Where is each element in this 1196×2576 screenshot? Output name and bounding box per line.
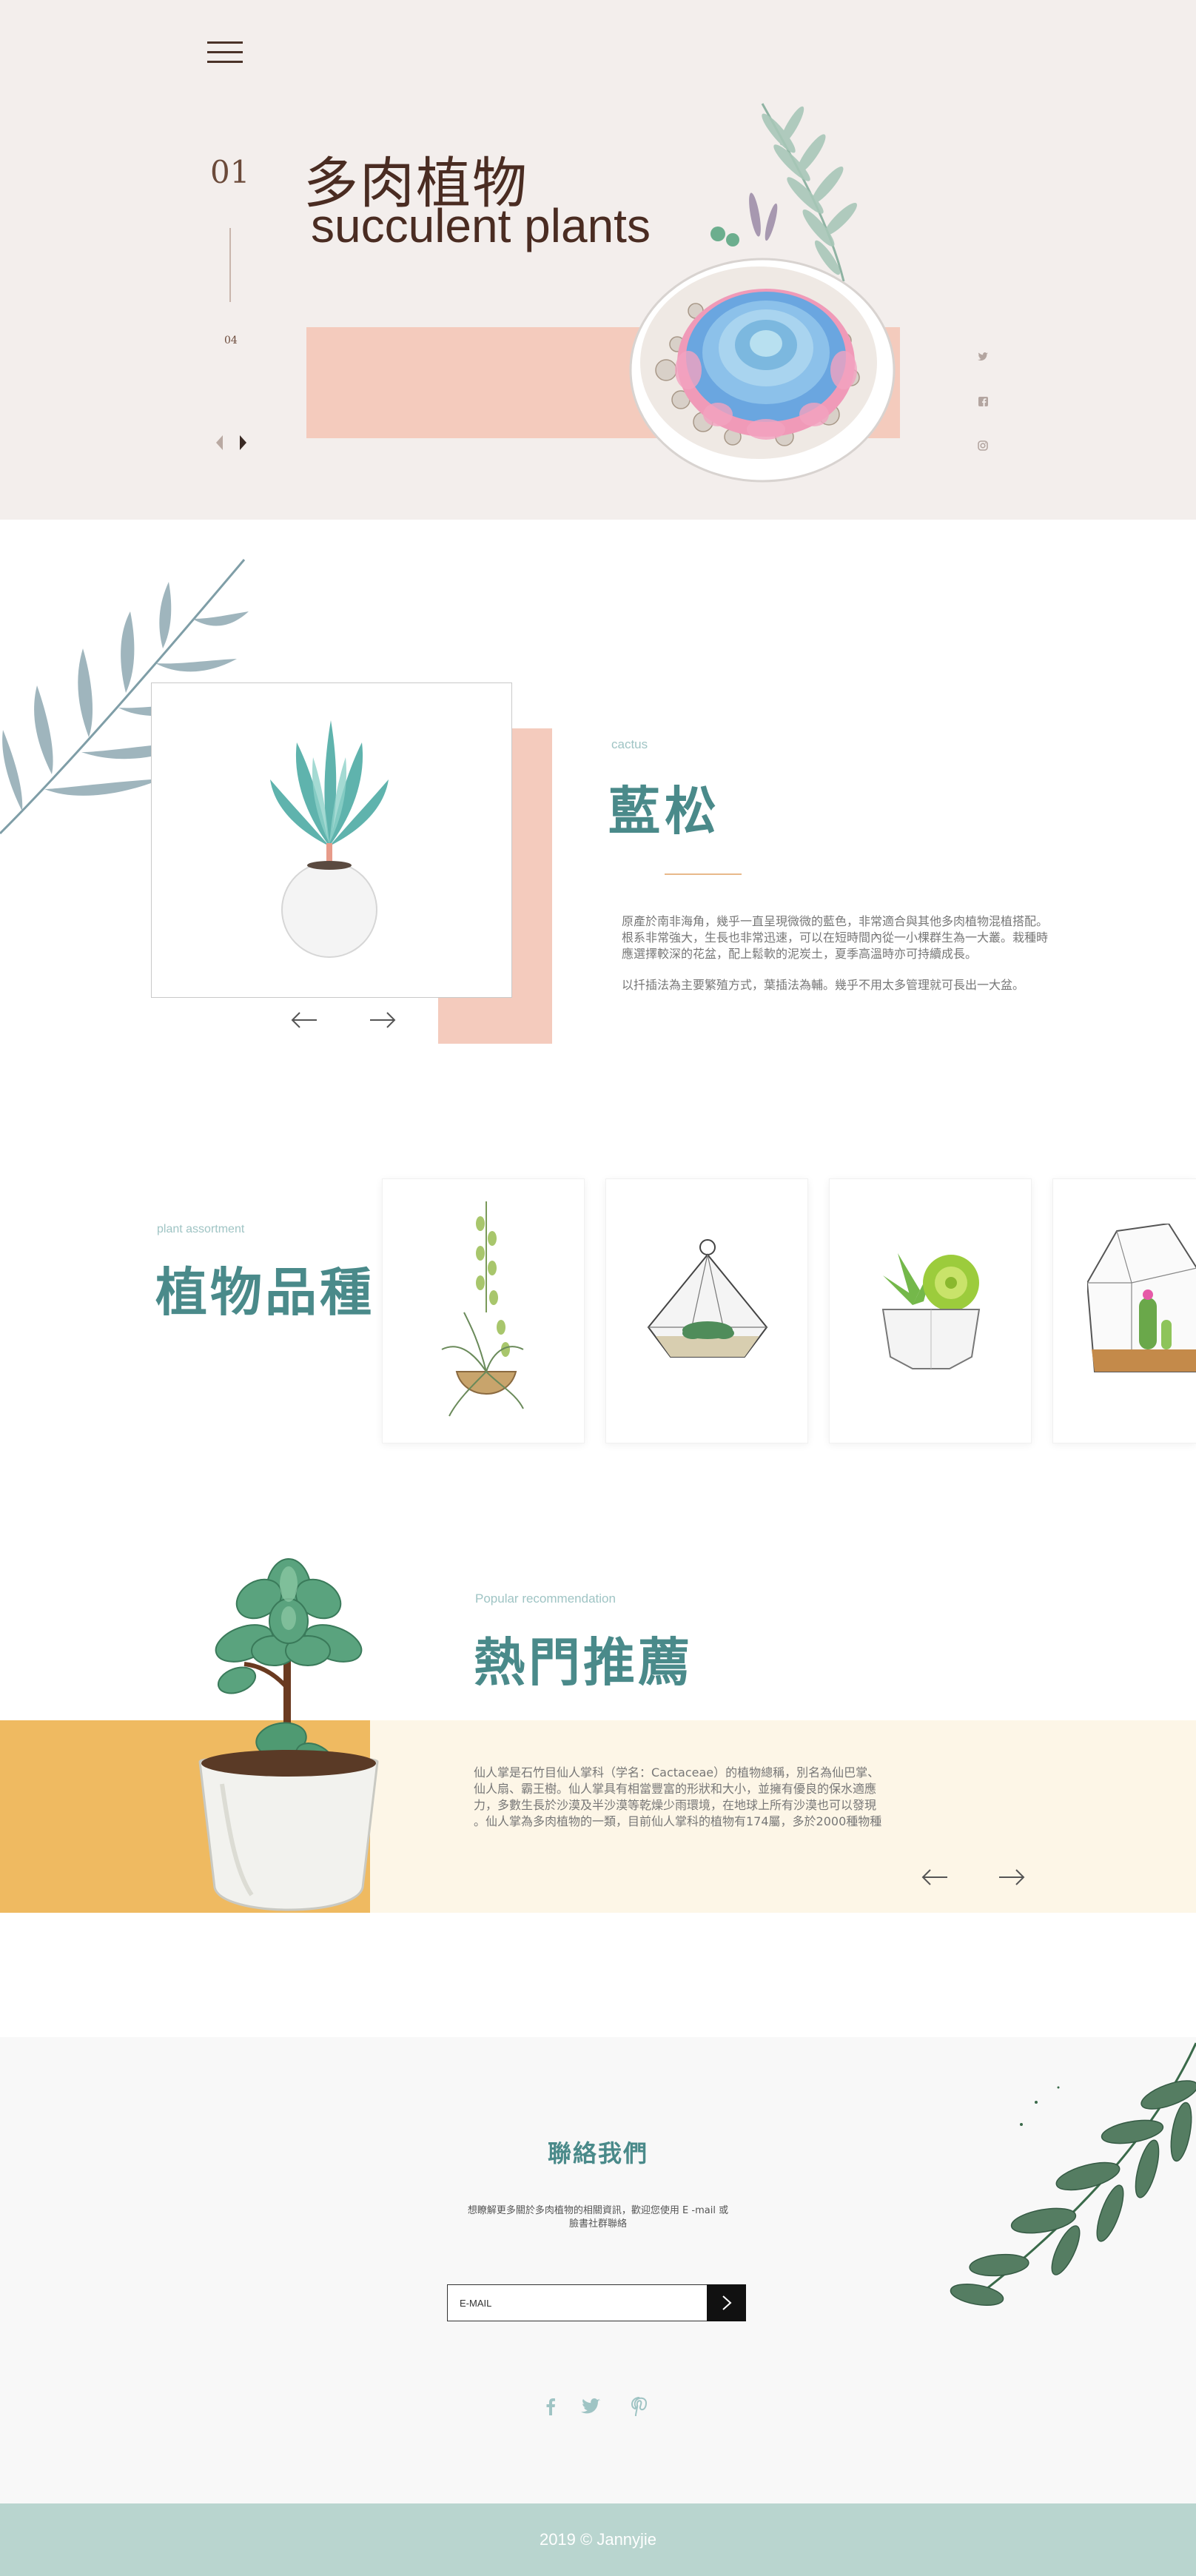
cactus-prev-arrow-icon[interactable] [290,1011,318,1032]
plant-card-geometric-terrarium[interactable] [605,1178,808,1443]
email-submit-button[interactable] [707,2284,746,2321]
slide-number: 01 [210,154,250,190]
popular-prev-arrow-icon[interactable] [921,1868,949,1889]
cactus-title-underline [665,873,742,875]
popular-paragraph-line: 。仙人掌為多肉植物的一類，目前仙人掌科的植物有174屬，多於2000種物種 [474,1814,882,1828]
popular-paragraph-line: 力，多數生長於沙漠及半沙漠等乾燥少雨環境，在地球上所有沙漠也可以發現 [474,1798,877,1812]
plant-card-hanging-air-plant[interactable] [382,1178,585,1443]
popular-title: 熱門推薦 [474,1632,693,1693]
popular-small-label: Popular recommendation [475,1591,616,1606]
cactus-terrarium-icon [1087,1224,1196,1372]
hero-next-arrow-icon[interactable] [240,435,246,450]
facebook-icon[interactable] [975,394,990,409]
email-subscribe-form [447,2284,746,2321]
hero-section [0,0,1196,520]
popular-paragraph-line: 仙人扇、霸王樹。仙人掌具有相當豐富的形狀和大小，並擁有優良的保水適應 [474,1782,877,1796]
cactus-paragraph-line: 根系非常強大，生長也非常迅速，可以在短時間內從一小棵群生為一大叢。栽種時 [622,930,1049,945]
cactus-image-card [151,682,512,998]
geometric-terrarium-icon [647,1239,768,1358]
popular-next-arrow-icon[interactable] [998,1868,1026,1889]
popular-paragraph-line: 仙人掌是石竹目仙人掌科（学名：Cactaceae）的植物總稱，別名為仙巴掌、 [474,1765,880,1780]
facebook-icon[interactable] [539,2395,562,2418]
chevron-right-icon [722,2295,731,2310]
cactus-next-arrow-icon[interactable] [369,1011,397,1032]
cactus-title: 藍松 [608,781,721,842]
assortment-small-label: plant assortment [157,1223,245,1235]
plant-card-cactus-terrarium[interactable] [1052,1178,1196,1443]
jade-plant-illustration [198,1558,379,1911]
footer-copyright: 2019 © Jannyjie [539,2530,657,2549]
twitter-icon[interactable] [579,2395,602,2418]
hero-prev-arrow-icon[interactable] [216,435,223,450]
twitter-icon[interactable] [975,349,990,364]
hero-title-en: succulent plants [311,199,651,252]
plant-card-potted-succulent[interactable] [829,1178,1032,1443]
slide-total: 04 [224,335,238,346]
hamburger-menu-icon[interactable] [207,41,243,64]
hero-succulent-illustration [629,103,896,483]
contact-description-line: 臉書社群聯絡 [568,2218,627,2230]
email-input[interactable] [448,2285,707,2321]
cactus-paragraph-2: 以扦插法為主要繁殖方式，葉插法為輔。幾乎不用太多管理就可長出一大盆。 [622,978,1025,992]
cactus-paragraph-line: 應選擇較深的花盆，配上鬆軟的泥炭土，夏季高溫時亦可持續成長。 [622,947,978,961]
cactus-paragraph-line: 原產於南非海角，幾乎一直呈現微微的藍色，非常適合與其他多肉植物混植搭配。 [622,914,1049,928]
hanging-air-plant-icon [441,1201,524,1417]
cactus-small-label: cactus [611,737,648,751]
blue-pine-succulent-illustration [270,720,389,958]
decorative-branch-illustration [950,2042,1196,2306]
slide-progress-line [229,228,231,302]
instagram-icon[interactable] [975,438,990,453]
potted-succulent-icon [881,1253,981,1369]
assortment-title: 植物品種 [155,1262,374,1323]
pinterest-icon[interactable] [628,2395,651,2418]
contact-title: 聯絡我們 [547,2139,648,2167]
contact-description-line: 想瞭解更多關於多肉植物的相關資訊，歡迎您使用 E -mail 或 [467,2205,729,2216]
